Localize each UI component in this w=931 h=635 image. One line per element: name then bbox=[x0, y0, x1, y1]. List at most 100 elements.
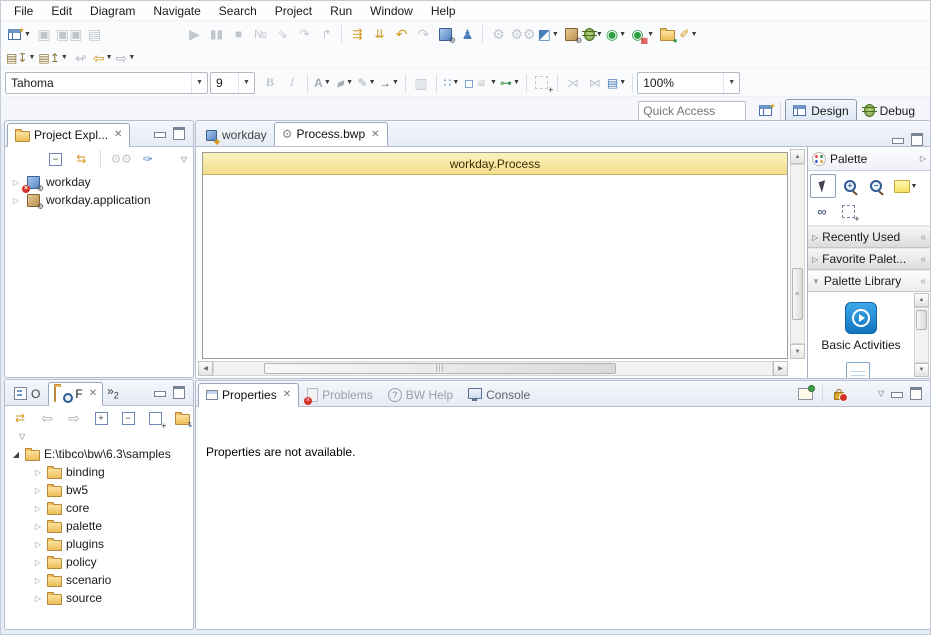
pin-editor-button[interactable] bbox=[795, 383, 817, 405]
menu-navigate[interactable]: Navigate bbox=[144, 3, 209, 19]
menu-diagram[interactable]: Diagram bbox=[81, 3, 144, 19]
collapse-arrow-icon[interactable]: ◢ bbox=[11, 450, 21, 459]
tree-item-bw5[interactable]: ▷bw5 bbox=[5, 481, 193, 499]
focus-button[interactable]: ✑ bbox=[137, 148, 159, 170]
step-into-button[interactable]: ⇘ bbox=[271, 23, 293, 45]
fe-refresh-button[interactable]: ⇄ bbox=[9, 407, 31, 429]
palette-collapse-arrow[interactable]: ▷ bbox=[920, 154, 926, 163]
terminate-button[interactable]: ■ bbox=[227, 23, 249, 45]
debug-bug-button[interactable]: ▼ bbox=[583, 23, 605, 45]
deploy-button[interactable]: ♟ bbox=[456, 23, 478, 45]
properties-minimize-button[interactable] bbox=[891, 392, 903, 398]
expand-arrow-icon[interactable]: ▷ bbox=[33, 522, 43, 531]
back-dropdown[interactable]: ▼ bbox=[105, 54, 114, 61]
font-size-combo[interactable]: 9▼ bbox=[210, 72, 255, 94]
join-button[interactable]: ⋊ bbox=[562, 72, 584, 94]
menu-help[interactable]: Help bbox=[422, 3, 465, 19]
drawer-collapse-arrow[interactable]: ▼ bbox=[812, 277, 820, 286]
redo-button[interactable]: ↷ bbox=[412, 23, 434, 45]
resume-button[interactable]: ▶ bbox=[183, 23, 205, 45]
canvas-vertical-scrollbar[interactable]: ▲ ≡ ▼ bbox=[790, 149, 805, 359]
font-name-dropdown-arrow[interactable]: ▼ bbox=[191, 73, 207, 93]
align-dropdown[interactable]: ▼ bbox=[489, 79, 498, 86]
previous-annotation-dropdown[interactable]: ▼ bbox=[60, 54, 69, 61]
file-explorer-maximize-button[interactable] bbox=[173, 386, 185, 399]
quick-access-input[interactable] bbox=[638, 101, 746, 121]
editor-minimize-button[interactable] bbox=[892, 138, 904, 144]
previous-annotation-button[interactable]: ▤↥▼ bbox=[37, 47, 69, 69]
back-button[interactable]: ⇦▼ bbox=[92, 47, 115, 69]
font-size-dropdown-arrow[interactable]: ▼ bbox=[238, 73, 254, 93]
scroll-up-icon[interactable]: ▲ bbox=[914, 293, 929, 307]
properties-tab[interactable]: Properties ✕ bbox=[198, 383, 299, 407]
run-dropdown-arrow[interactable]: ▼ bbox=[618, 31, 627, 38]
menu-edit[interactable]: Edit bbox=[42, 3, 81, 19]
scroll-up-icon[interactable]: ▲ bbox=[790, 149, 805, 164]
suspend-button[interactable]: ▮▮ bbox=[205, 23, 227, 45]
expand-arrow-icon[interactable]: ▷ bbox=[33, 468, 43, 477]
routing-dropdown[interactable]: ▼ bbox=[512, 79, 521, 86]
selection-tool[interactable] bbox=[810, 174, 836, 198]
pin-drawer-icon[interactable]: « bbox=[920, 254, 926, 265]
hscroll-thumb[interactable]: ||| bbox=[264, 363, 616, 374]
file-explorer-tab[interactable]: F ✕ bbox=[48, 382, 103, 406]
file-explorer-close-icon[interactable]: ✕ bbox=[89, 388, 97, 399]
save-all-button[interactable]: ▣▣ bbox=[55, 23, 83, 45]
build-module-button[interactable]: ⚙ bbox=[434, 23, 456, 45]
outline-tab[interactable]: O bbox=[7, 383, 47, 405]
fe-select-button[interactable] bbox=[144, 407, 166, 429]
forward-dropdown[interactable]: ▼ bbox=[127, 54, 136, 61]
tree-item-scenario[interactable]: ▷scenario bbox=[5, 571, 193, 589]
print-button[interactable]: ▤ bbox=[83, 23, 105, 45]
process-tab-close-icon[interactable]: ✕ bbox=[371, 129, 379, 140]
perspective-design-button[interactable]: Design bbox=[785, 99, 856, 123]
zoom-dropdown-arrow[interactable]: ▼ bbox=[723, 73, 739, 93]
bw-help-tab[interactable]: ? BW Help bbox=[381, 384, 460, 406]
autosize-button[interactable] bbox=[531, 72, 553, 94]
editor-maximize-button[interactable] bbox=[911, 133, 923, 146]
line-color-dropdown[interactable]: ▼ bbox=[368, 79, 377, 86]
skip-breakpoints-button[interactable]: № bbox=[249, 23, 271, 45]
search-button[interactable]: ✐▼ bbox=[678, 23, 700, 45]
select-shapes-dropdown[interactable]: ▼ bbox=[451, 79, 460, 86]
select-shapes-button[interactable]: ∷▼ bbox=[441, 72, 463, 94]
gear-button[interactable]: ⚙ bbox=[487, 23, 509, 45]
zoom-in-tool[interactable]: + bbox=[838, 175, 862, 197]
drawer-expand-arrow[interactable]: ▷ bbox=[812, 233, 818, 242]
menu-file[interactable]: File bbox=[5, 3, 42, 19]
drawer-recently-used[interactable]: ▷ Recently Used « bbox=[808, 226, 930, 248]
save-button[interactable]: ▣ bbox=[33, 23, 55, 45]
next-annotation-button[interactable]: ▤↧▼ bbox=[5, 47, 37, 69]
font-color-dropdown[interactable]: ▼ bbox=[323, 79, 332, 86]
show-execution-button[interactable]: ⇶ bbox=[346, 23, 368, 45]
file-explorer-minimize-button[interactable] bbox=[154, 391, 166, 397]
gears-button[interactable]: ⚙⚙ bbox=[509, 23, 536, 45]
undo-button[interactable]: ↶ bbox=[390, 23, 412, 45]
link-tool[interactable]: ∞ bbox=[810, 200, 834, 222]
problems-tab[interactable]: Problems bbox=[300, 384, 380, 406]
expand-arrow-icon[interactable]: ▷ bbox=[11, 196, 21, 205]
palette-scrollbar[interactable]: ▲ ▼ bbox=[914, 293, 929, 377]
marquee-tool[interactable] bbox=[836, 200, 860, 222]
scroll-right-icon[interactable]: ▶ bbox=[773, 361, 788, 376]
console-tab[interactable]: Console bbox=[461, 384, 537, 406]
drawer-expand-arrow[interactable]: ▷ bbox=[812, 255, 818, 264]
palette-scroll-thumb[interactable] bbox=[916, 310, 927, 330]
measure-button[interactable]: ◩▼ bbox=[537, 23, 561, 45]
project-explorer-close-icon[interactable]: ✕ bbox=[114, 129, 122, 140]
tree-item-plugins[interactable]: ▷plugins bbox=[5, 535, 193, 553]
vscroll-thumb[interactable]: ≡ bbox=[792, 268, 803, 320]
note-tool[interactable]: ▼ bbox=[890, 175, 922, 197]
scroll-down-icon[interactable]: ▼ bbox=[914, 363, 929, 377]
expand-arrow-icon[interactable]: ▷ bbox=[33, 540, 43, 549]
arrow-type-button[interactable]: →▼ bbox=[378, 72, 401, 94]
properties-maximize-button[interactable] bbox=[910, 387, 922, 400]
search-dropdown-arrow[interactable]: ▼ bbox=[690, 31, 699, 38]
pin-drawer-icon[interactable]: « bbox=[920, 232, 926, 243]
open-perspective-button[interactable] bbox=[754, 100, 776, 122]
palette-item-basic-activities[interactable]: Basic Activities bbox=[808, 302, 914, 352]
fe-go-into-button[interactable]: ↴ bbox=[171, 407, 193, 429]
run-button[interactable]: ◉▼ bbox=[605, 23, 628, 45]
menu-window[interactable]: Window bbox=[361, 3, 422, 19]
fe-back-button[interactable]: ⇦ bbox=[36, 407, 58, 429]
